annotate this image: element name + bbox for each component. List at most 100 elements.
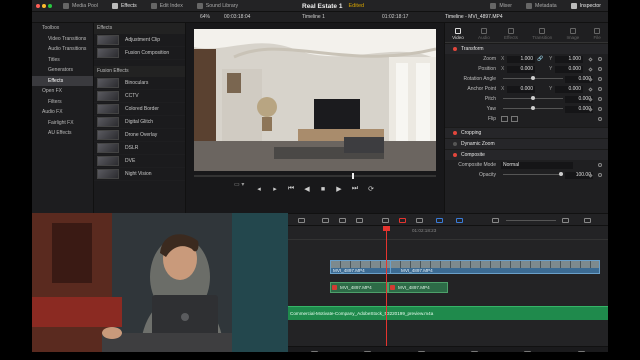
tab-file[interactable]: File — [593, 28, 601, 40]
flip-vertical-icon[interactable] — [511, 116, 518, 122]
inspector-button[interactable]: Inspector — [564, 0, 608, 12]
sound-library-button[interactable]: Sound Library — [190, 0, 245, 12]
timeline-playhead[interactable] — [386, 226, 387, 348]
effect-item[interactable]: Colored Border — [94, 103, 185, 116]
tree-item[interactable]: AU Effects — [32, 128, 93, 139]
tab-effects[interactable]: Effects — [504, 28, 518, 40]
position-lock-icon[interactable] — [416, 218, 423, 223]
flip-reset-icon[interactable] — [598, 117, 602, 121]
opacity-reset-icon[interactable] — [598, 173, 602, 177]
anchor-x-field[interactable]: 0.000 — [507, 85, 535, 93]
zoom-in-icon[interactable] — [562, 218, 569, 223]
viewer-playhead[interactable] — [352, 173, 354, 179]
loop-icon[interactable]: ⟳ — [367, 185, 376, 193]
cropping-enable-icon[interactable] — [453, 131, 457, 135]
timeline-zoom-slider[interactable] — [506, 220, 556, 221]
tab-audio[interactable]: Audio — [478, 28, 490, 40]
tree-item[interactable]: Fairlight FX — [32, 118, 93, 129]
tree-item[interactable]: Open FX — [32, 86, 93, 97]
composite-mode-reset-icon[interactable] — [598, 163, 602, 167]
yaw-reset-icon[interactable] — [598, 107, 602, 111]
media-pool-button[interactable]: Media Pool — [56, 0, 105, 12]
rotation-reset-icon[interactable] — [598, 77, 602, 81]
effect-item[interactable]: DSLR — [94, 142, 185, 155]
jog-right-icon[interactable]: ▸ — [271, 185, 280, 193]
zoom-y-field[interactable]: 1.000 — [555, 55, 583, 63]
composite-section-header[interactable]: Composite — [445, 149, 608, 160]
position-x-field[interactable]: 0.000 — [507, 65, 535, 73]
flip-horizontal-icon[interactable] — [501, 116, 508, 122]
dynamic-zoom-enable-icon[interactable] — [453, 142, 457, 146]
snapping-icon[interactable] — [382, 218, 389, 223]
minimize-window-icon[interactable] — [42, 3, 46, 8]
zoom-out-icon[interactable] — [492, 218, 499, 223]
close-window-icon[interactable] — [36, 3, 40, 8]
position-y-field[interactable]: 0.000 — [555, 65, 583, 73]
tab-video[interactable]: Video — [452, 28, 464, 40]
composite-mode-select[interactable]: Normal — [501, 161, 573, 169]
zoom-reset-icon[interactable] — [598, 57, 602, 61]
blade-tool-icon[interactable] — [298, 218, 305, 223]
pitch-reset-icon[interactable] — [598, 97, 602, 101]
effect-item[interactable]: Drone Overlay — [94, 129, 185, 142]
effect-item[interactable]: DVE — [94, 155, 185, 168]
effect-item[interactable]: Night Vision — [94, 168, 185, 181]
transform-enable-icon[interactable] — [453, 47, 457, 51]
replace-clip-icon[interactable] — [356, 218, 363, 223]
jog-left-icon[interactable]: ◂ — [255, 185, 264, 193]
audio-clip[interactable]: MVI_4897.MP4 — [330, 282, 388, 293]
zoom-x-field[interactable]: 1.000 — [507, 55, 535, 63]
cropping-section-header[interactable]: Cropping — [445, 127, 608, 138]
linked-selection-icon[interactable] — [399, 218, 406, 223]
tab-image[interactable]: Image — [566, 28, 579, 40]
composite-enable-icon[interactable] — [453, 153, 457, 157]
tree-item[interactable]: Generators — [32, 65, 93, 76]
marker-icon[interactable] — [456, 218, 463, 223]
music-clip[interactable]: Commercial-Motivate-Company_AdobeStock_5… — [288, 306, 608, 320]
viewer-scrub-bar[interactable] — [194, 175, 436, 177]
position-keyframe-icon[interactable] — [588, 66, 593, 72]
mixer-button[interactable]: Mixer — [483, 0, 519, 12]
tree-item[interactable]: Filters — [32, 97, 93, 108]
rotation-slider[interactable] — [503, 76, 563, 80]
zoom-window-icon[interactable] — [48, 3, 52, 8]
effect-item[interactable]: Digital Glitch — [94, 116, 185, 129]
insert-clip-icon[interactable] — [322, 218, 329, 223]
skip-to-end-icon[interactable]: ⏭ — [351, 185, 360, 193]
timeline-ruler[interactable]: 01:02:18:23 — [288, 226, 608, 240]
timeline-selector[interactable]: Timeline 1 — [302, 14, 325, 20]
tree-item[interactable]: Effects — [32, 75, 93, 86]
video-clip[interactable]: MVI_4897.MP4 — [390, 260, 600, 274]
overwrite-clip-icon[interactable] — [339, 218, 346, 223]
timeline-tracks[interactable]: 01:02:18:23 MVI_4897.MP4 MVI_4897.MP4 MV… — [288, 226, 608, 348]
stop-icon[interactable]: ■ — [319, 186, 328, 193]
skip-to-start-icon[interactable]: ⏮ — [287, 185, 296, 193]
effect-item[interactable]: Fusion Composition — [94, 47, 185, 60]
play-icon[interactable]: ▶ — [335, 185, 344, 193]
effect-item[interactable]: Binoculars — [94, 77, 185, 90]
tree-item[interactable]: Audio Transitions — [32, 44, 93, 55]
zoom-keyframe-icon[interactable] — [588, 56, 593, 62]
tree-item[interactable]: Video Transitions — [32, 34, 93, 45]
anchor-y-field[interactable]: 0.000 — [555, 85, 583, 93]
dynamic-zoom-section-header[interactable]: Dynamic Zoom — [445, 138, 608, 149]
yaw-slider[interactable] — [503, 106, 563, 110]
edit-index-button[interactable]: Edit Index — [144, 0, 190, 12]
audio-clip[interactable]: MVI_4897.MP4 — [388, 282, 448, 293]
viewer-video-frame[interactable] — [194, 29, 436, 171]
link-icon[interactable]: 🔗 — [537, 56, 543, 62]
tree-item[interactable]: Audio FX — [32, 107, 93, 118]
audio-meter-icon[interactable] — [584, 218, 591, 223]
anchor-keyframe-icon[interactable] — [588, 86, 593, 92]
play-reverse-icon[interactable]: ◀ — [303, 185, 312, 193]
tab-transition[interactable]: Transition — [532, 28, 552, 40]
metadata-button[interactable]: Metadata — [519, 0, 564, 12]
viewer-zoom[interactable]: 64% — [200, 14, 210, 20]
effect-item[interactable]: CCTV — [94, 90, 185, 103]
position-reset-icon[interactable] — [598, 67, 602, 71]
tree-item[interactable]: Toolbox — [32, 23, 93, 34]
effect-item[interactable]: Adjustment Clip — [94, 34, 185, 47]
opacity-slider[interactable] — [503, 172, 563, 176]
effects-button[interactable]: Effects — [105, 0, 144, 12]
flag-icon[interactable] — [436, 218, 443, 223]
